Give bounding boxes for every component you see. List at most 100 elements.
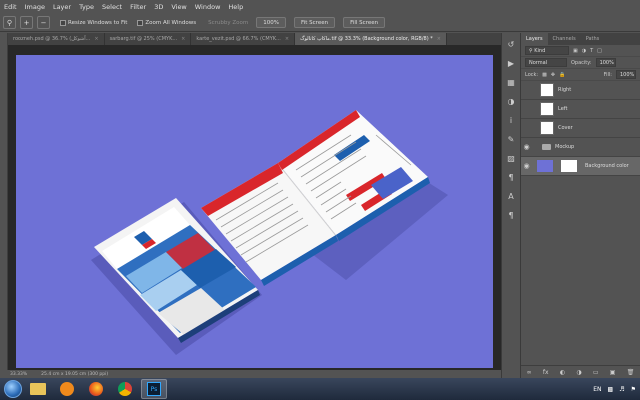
brush-icon[interactable]: ✎ [504,133,518,147]
fill-screen-button[interactable]: Fill Screen [343,17,386,28]
open-catalog [201,110,430,286]
new-layer-icon[interactable]: ▣ [610,369,616,376]
trash-icon[interactable]: 🗑 [627,369,635,376]
menu-type[interactable]: Type [79,3,94,11]
layer-filter-kind[interactable]: ⚲ Kind [525,46,569,55]
zoom-all-windows-checkbox[interactable]: Zoom All Windows [137,19,196,26]
panel-tabs: Layers Channels Paths [521,33,640,45]
zoom-100-button[interactable]: 100% [256,17,286,28]
status-bar: 33.33% 25.4 cm x 19.05 cm (300 ppi) [8,370,501,378]
start-button[interactable] [4,380,22,398]
tab-channels[interactable]: Channels [548,33,581,45]
info-icon[interactable]: i [504,114,518,128]
fx-icon[interactable]: fx [543,369,549,376]
volume-icon[interactable]: ♬ [619,386,624,393]
close-icon[interactable]: × [285,36,289,42]
history-icon[interactable]: ↺ [504,38,518,52]
photoshop-taskbar-icon[interactable]: Ps [141,379,167,399]
system-tray: EN ▩ ♬ ⚑ [593,386,640,393]
link-icon[interactable]: ∞ [527,369,532,376]
language-indicator[interactable]: EN [593,386,601,393]
tab-catalog-mockup[interactable]: ماکاپ کاتالوگ.tif @ 33.3% (Background co… [295,33,447,45]
zoom-tool-icon[interactable]: ⚲ [3,16,16,29]
eye-icon[interactable]: ◉ [521,157,532,176]
opacity-field[interactable]: 100% [595,58,616,67]
blend-mode-select[interactable]: Normal [525,58,567,67]
firefox-icon[interactable] [83,379,109,399]
layer-mockup-group[interactable]: ◉ Mockup [521,138,640,157]
tab-paths[interactable]: Paths [581,33,605,45]
filter-pixel-icon[interactable]: ▣ [573,48,578,54]
zoom-level[interactable]: 33.33% [10,372,27,377]
tab-roozneh[interactable]: roozneh.psd @ 36.7% (آشوکل... × [8,33,105,45]
layer-thumbnail [536,159,554,173]
layer-background-color[interactable]: ◉ Background color [521,157,640,176]
play-icon[interactable]: ▶ [504,57,518,71]
brochure-mockup-image [91,110,448,355]
menu-window[interactable]: Window [195,3,221,11]
chrome-icon[interactable] [112,379,138,399]
resize-windows-checkbox[interactable]: Resize Windows to Fit [60,19,127,26]
lock-pixels-icon[interactable]: ▩ [542,72,547,78]
tab-sarbarg[interactable]: sarbarg.tif @ 25% (CMYK... × [105,33,192,45]
document-canvas[interactable] [16,55,493,368]
tools-panel [0,33,8,370]
fit-screen-button[interactable]: Fit Screen [293,17,336,28]
character-icon[interactable]: A [504,190,518,204]
visibility-toggle[interactable] [521,119,532,138]
media-player-icon[interactable] [54,379,80,399]
menu-select[interactable]: Select [102,3,122,11]
properties-icon[interactable]: ▦ [504,76,518,90]
options-bar: ⚲ + − Resize Windows to Fit Zoom All Win… [0,14,640,32]
glyphs-icon[interactable]: ¶ [504,171,518,185]
layer-thumbnail [540,121,554,135]
menu-help[interactable]: Help [228,3,243,11]
paragraph-icon[interactable]: ¶ [504,209,518,223]
tab-layers[interactable]: Layers [521,33,548,45]
menu-view[interactable]: View [171,3,186,11]
menu-bar: Edit Image Layer Type Select Filter 3D V… [0,0,640,14]
layer-mask-thumbnail [560,159,578,173]
mask-icon[interactable]: ◐ [560,369,565,376]
menu-image[interactable]: Image [25,3,45,11]
visibility-toggle[interactable] [521,100,532,119]
menu-layer[interactable]: Layer [53,3,71,11]
clone-icon[interactable]: ▨ [504,152,518,166]
lock-move-icon[interactable]: ✥ [551,72,555,78]
close-icon[interactable]: × [94,36,98,42]
layer-cover[interactable]: Cover [521,119,640,138]
blend-row: Normal Opacity: 100% [521,57,640,69]
layer-thumbnail [540,83,554,97]
zoom-out-icon[interactable]: − [37,16,50,29]
lock-all-icon[interactable]: 🔒 [559,72,565,78]
network-icon[interactable]: ▩ [608,386,614,393]
layer-left[interactable]: Left [521,100,640,119]
fill-field[interactable]: 100% [616,70,636,79]
layer-thumbnail [540,102,554,116]
layers-panel: Layers Channels Paths ⚲ Kind ▣ ◑ T □ Nor… [521,33,640,378]
menu-edit[interactable]: Edit [4,3,17,11]
flag-icon[interactable]: ⚑ [631,386,636,393]
lock-row: Lock: ▩ ✥ 🔒 Fill: 100% [521,69,640,81]
filter-type-icon[interactable]: T [590,48,593,54]
document-tabs: roozneh.psd @ 36.7% (آشوکل... × sarbarg.t… [8,33,520,45]
windows-taskbar: Ps EN ▩ ♬ ⚑ [0,378,640,400]
canvas-area[interactable] [8,45,501,370]
visibility-toggle[interactable] [521,81,532,100]
filter-shape-icon[interactable]: □ [597,48,602,54]
menu-3d[interactable]: 3D [154,3,163,11]
close-icon[interactable]: × [437,36,441,42]
new-group-icon[interactable]: ▭ [593,369,599,376]
filter-adjust-icon[interactable]: ◑ [582,48,586,54]
eye-icon[interactable]: ◉ [521,138,532,157]
tab-karte-vezit[interactable]: karte_vezit.psd @ 66.7% (CMYK... × [191,33,296,45]
collapsed-panels: ↺ ▶ ▦ ◑ i ✎ ▨ ¶ A ¶ [501,33,521,378]
file-explorer-icon[interactable] [25,379,51,399]
adjustments-icon[interactable]: ◑ [504,95,518,109]
close-icon[interactable]: × [181,36,185,42]
layers-panel-footer: ∞ fx ◐ ◑ ▭ ▣ 🗑 [521,365,640,378]
adjustment-layer-icon[interactable]: ◑ [576,369,581,376]
menu-filter[interactable]: Filter [130,3,146,11]
zoom-in-icon[interactable]: + [20,16,33,29]
layer-right[interactable]: Right [521,81,640,100]
